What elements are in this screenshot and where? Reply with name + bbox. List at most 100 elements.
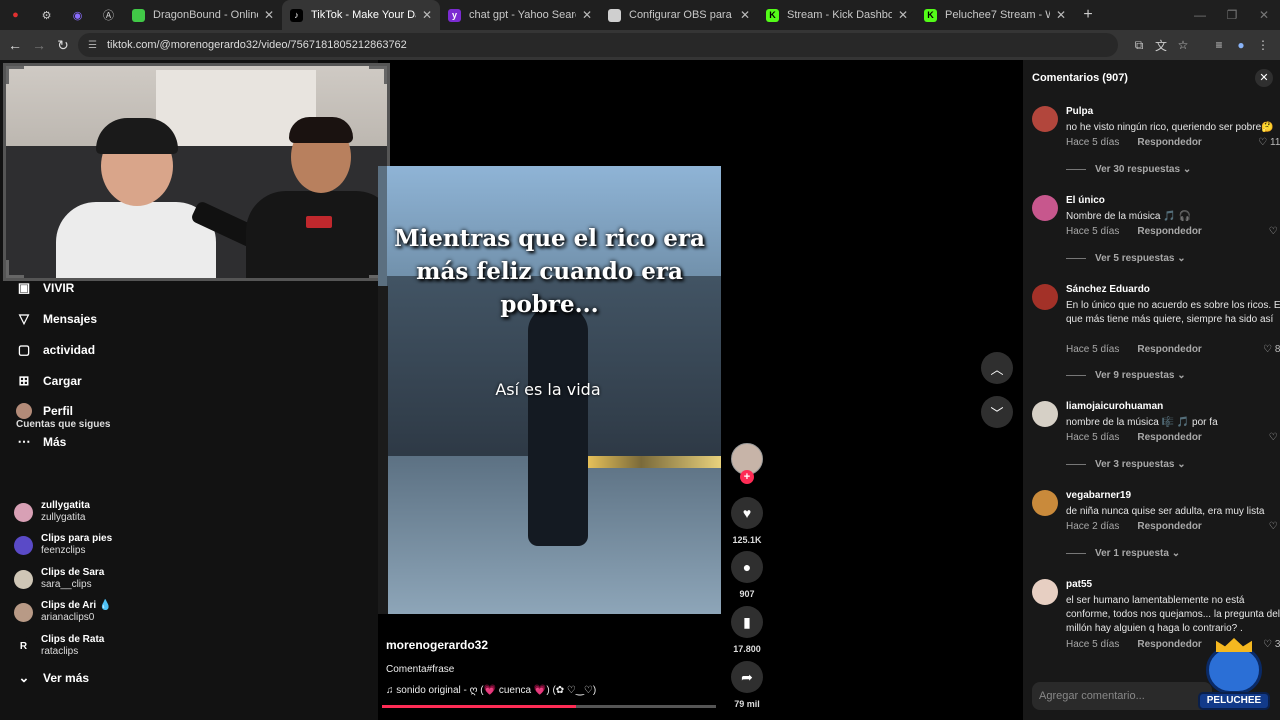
like-count: 125.1K xyxy=(732,535,762,545)
avatar xyxy=(14,502,33,522)
pinned-tab-3[interactable]: ◉ xyxy=(62,0,93,30)
video-progress-bar[interactable] xyxy=(382,705,716,708)
comment-icon[interactable]: ● xyxy=(731,551,763,583)
nav-item-activity[interactable]: ▢ actividad xyxy=(16,342,95,358)
pinned-tab-1[interactable]: ● xyxy=(0,0,31,30)
heart-icon[interactable]: ♥ xyxy=(731,497,763,529)
reading-list-icon[interactable]: ≡ xyxy=(1208,38,1230,52)
reply-button[interactable]: Respondedor xyxy=(1137,432,1201,443)
tab-3[interactable]: Configurar OBS para Kick ✕ xyxy=(600,0,758,30)
avatar[interactable] xyxy=(1032,579,1058,605)
minimize-icon[interactable]: — xyxy=(1184,0,1216,30)
close-icon[interactable]: ✕ xyxy=(422,8,432,22)
tab-1[interactable]: ♪ TikTok - Make Your Day ✕ xyxy=(282,0,440,30)
bookmark-star-icon[interactable]: ☆ xyxy=(1172,38,1194,52)
avatar[interactable] xyxy=(1032,106,1058,132)
like-action[interactable]: ♥ 125.1K xyxy=(731,497,763,545)
comment-meta: Hace 5 días Respondedor xyxy=(1066,639,1202,650)
nav-label: Cargar xyxy=(43,374,82,388)
view-replies-button[interactable]: Ver 5 respuestas ⌄ xyxy=(1066,253,1186,264)
close-icon[interactable]: ✕ xyxy=(582,8,592,22)
view-replies-button[interactable]: Ver 30 respuestas ⌄ xyxy=(1066,164,1191,175)
avatar[interactable] xyxy=(1032,284,1058,310)
followed-account[interactable]: Clips de Ari 💧 arianaclips0 xyxy=(14,600,111,624)
forward-icon[interactable]: → xyxy=(27,37,51,53)
followed-account[interactable]: zullygatita zullygatita xyxy=(14,500,90,524)
share-icon[interactable]: ➦ xyxy=(731,661,763,693)
view-replies-button[interactable]: Ver 9 respuestas ⌄ xyxy=(1066,370,1186,381)
comment-meta: Hace 5 días Respondedor xyxy=(1066,344,1202,355)
close-icon[interactable]: ✕ xyxy=(898,8,908,22)
close-window-icon[interactable]: ✕ xyxy=(1248,0,1280,30)
tab-5[interactable]: K Peluchee7 Stream - Watch Live on Kick … xyxy=(916,0,1074,30)
restore-icon[interactable]: ❐ xyxy=(1216,0,1248,30)
nav-label: Más xyxy=(43,435,67,449)
comment-user[interactable]: pat55 xyxy=(1066,579,1092,590)
reply-button[interactable]: Respondedor xyxy=(1137,521,1201,532)
avatar: R xyxy=(14,636,33,656)
video-music[interactable]: ♫ sonido original - ღ (💗 cuenca 💗) (✿ ♡‿… xyxy=(386,685,596,696)
comment-user[interactable]: liamojaicurohuaman xyxy=(1066,401,1163,412)
tab-2[interactable]: y chat gpt - Yahoo Search Tus resultados… xyxy=(440,0,600,30)
new-tab-button[interactable]: + xyxy=(1074,6,1102,24)
nav-item-live[interactable]: ▣ VIVIR xyxy=(16,280,75,296)
avatar[interactable] xyxy=(1032,401,1058,427)
nav-item-upload[interactable]: ⊞ Cargar xyxy=(16,373,82,389)
close-icon[interactable]: ✕ xyxy=(1056,8,1066,22)
followed-account[interactable]: Clips para pies feenzclips xyxy=(14,533,112,557)
close-icon[interactable]: ✕ xyxy=(264,8,274,22)
menu-kebab-icon[interactable]: ⋮ xyxy=(1252,38,1274,52)
back-icon[interactable]: ← xyxy=(3,37,27,53)
save-action[interactable]: ▮ 17.800 xyxy=(731,606,763,654)
followed-account[interactable]: R Clips de Rata ratаclips xyxy=(14,634,104,658)
add-comment-input[interactable]: Agregar comentario... xyxy=(1032,682,1212,710)
reply-button[interactable]: Respondedor xyxy=(1137,226,1201,237)
comment-user[interactable]: Pulpa xyxy=(1066,106,1093,117)
comment-like[interactable]: ♡ 4 xyxy=(1269,226,1280,237)
comment-text: no he visto ningún rico, queriendo ser p… xyxy=(1066,122,1274,133)
nav-item-more[interactable]: ⋯ Más xyxy=(16,434,67,450)
reload-icon[interactable]: ↻ xyxy=(51,37,75,54)
install-icon[interactable]: ⧉ xyxy=(1128,38,1150,53)
profile-avatar-icon[interactable]: ● xyxy=(1230,38,1252,52)
dragonbound-icon xyxy=(132,8,145,22)
follow-plus-icon[interactable]: + xyxy=(740,470,754,484)
reply-button[interactable]: Respondedor xyxy=(1137,137,1201,148)
stream-logo-overlay: PELUCHEE xyxy=(1192,638,1278,718)
chevron-up-icon: ︿ xyxy=(990,361,1004,377)
see-more-button[interactable]: ⌄ Ver más xyxy=(16,670,90,686)
followed-account[interactable]: Clips de Sara sara__clips xyxy=(14,567,104,591)
share-action[interactable]: ➦ 79 mil xyxy=(731,661,763,709)
comment-like[interactable]: ♡ 112 xyxy=(1258,137,1280,148)
nav-item-profile[interactable]: Perfil xyxy=(16,403,73,419)
comment-user[interactable]: El único xyxy=(1066,195,1105,206)
pinned-tab-2[interactable]: ⚙ xyxy=(31,0,62,30)
previous-video-button[interactable]: ︿ xyxy=(981,352,1013,384)
view-replies-button[interactable]: Ver 3 respuestas ⌄ xyxy=(1066,459,1186,470)
comment-like[interactable]: ♡ 1 xyxy=(1269,432,1280,443)
comment-action[interactable]: ● 907 xyxy=(731,551,763,599)
close-icon[interactable]: ✕ xyxy=(1255,69,1273,87)
reply-button[interactable]: Respondedor xyxy=(1137,344,1201,355)
tab-0[interactable]: DragonBound - Online Multiplayer ✕ xyxy=(124,0,282,30)
frame-corner xyxy=(369,66,387,84)
messages-icon: ▽ xyxy=(19,311,29,326)
pinned-tab-4[interactable]: Ⓐ xyxy=(93,0,124,30)
comment-user[interactable]: vegabarner19 xyxy=(1066,490,1131,501)
avatar[interactable] xyxy=(1032,490,1058,516)
comment-count: 907 xyxy=(739,589,755,599)
view-replies-button[interactable]: Ver 1 respuesta ⌄ xyxy=(1066,548,1180,559)
comment-like[interactable]: ♡ 0 xyxy=(1269,521,1280,532)
close-icon[interactable]: ✕ xyxy=(740,8,750,22)
url-field[interactable]: ☰ tiktok.com/@morenogerardo32/video/7567… xyxy=(78,33,1118,57)
site-info-icon[interactable]: ☰ xyxy=(88,40,97,51)
translate-icon[interactable]: 文 xyxy=(1150,37,1172,54)
video-author[interactable]: morenogerardo32 xyxy=(386,638,488,652)
bookmark-icon[interactable]: ▮ xyxy=(731,606,763,638)
avatar[interactable] xyxy=(1032,195,1058,221)
comment-user[interactable]: Sánchez Eduardo xyxy=(1066,284,1150,295)
next-video-button[interactable]: ﹀ xyxy=(981,396,1013,428)
tab-4[interactable]: K Stream - Kick Dashboard ✕ xyxy=(758,0,916,30)
nav-item-messages[interactable]: ▽ Mensajes xyxy=(16,311,97,327)
comment-like[interactable]: ♡ 88 xyxy=(1263,344,1280,355)
